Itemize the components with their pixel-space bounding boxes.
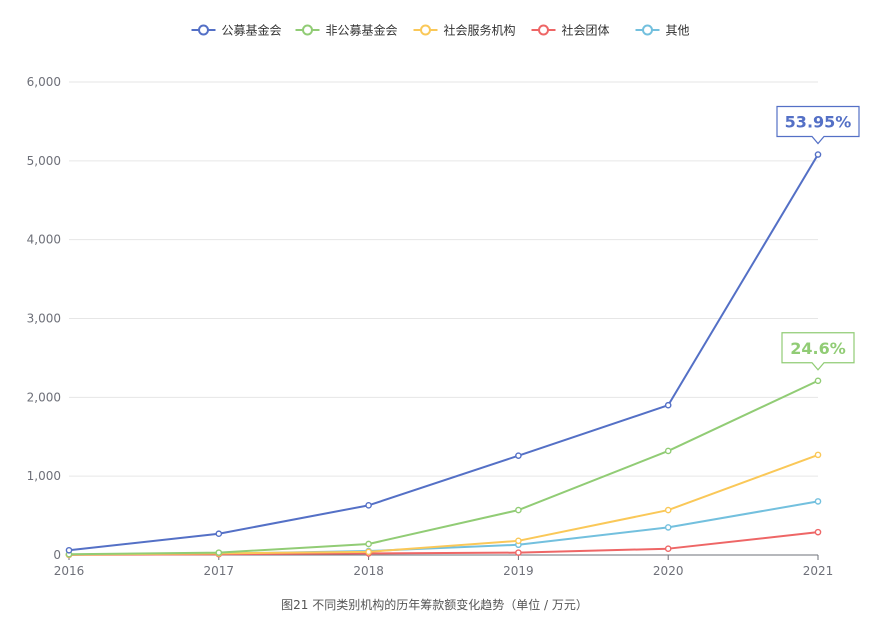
- data-point: [664, 506, 672, 514]
- y-tick-label: 2,000: [27, 390, 61, 404]
- x-tick-label: 2016: [54, 564, 85, 578]
- annotation-callout: 24.6%: [781, 332, 855, 371]
- chart-series: [65, 151, 822, 559]
- data-point: [664, 447, 672, 455]
- line-chart: 公募基金会 非公募基金会 社会服务机构 社会团体 其他 0 1,000 2,000 3,000…: [27, 23, 860, 578]
- x-tick-label: 2017: [204, 564, 235, 578]
- y-tick-label: 4,000: [27, 233, 61, 247]
- x-tick-label: 2018: [353, 564, 384, 578]
- x-tick-label: 2019: [503, 564, 534, 578]
- y-tick-label: 3,000: [27, 312, 61, 326]
- x-tick-label: 2020: [653, 564, 684, 578]
- y-tick-label: 1,000: [27, 469, 61, 483]
- series-line: [68, 531, 819, 556]
- legend-marker-icon: [302, 24, 313, 36]
- data-point: [515, 549, 522, 556]
- data-point: [515, 537, 522, 545]
- series-line: [68, 154, 819, 552]
- legend-label: 社会团体: [562, 23, 610, 38]
- x-tick-label: 2021: [803, 564, 834, 578]
- legend-label: 其他: [666, 24, 690, 38]
- data-point: [664, 401, 672, 409]
- legend-marker-icon: [198, 24, 209, 36]
- y-axis: 0 1,000 2,000 3,000 4,000 5,000 6,000: [27, 75, 61, 562]
- figure-caption: 图21 不同类别机构的历年筹款额变化趋势（单位 / 万元）: [281, 598, 588, 612]
- series-line: [68, 379, 819, 556]
- data-point: [515, 452, 522, 459]
- legend-marker-icon: [420, 24, 431, 36]
- data-point: [65, 546, 73, 554]
- annotation-callout: 53.95%: [776, 105, 860, 145]
- data-point: [365, 548, 372, 556]
- data-point: [814, 498, 822, 505]
- data-point: [814, 151, 822, 158]
- legend-label: 社会服务机构: [444, 23, 516, 38]
- legend-item: 社会服务机构: [413, 23, 516, 38]
- chart-legend: 公募基金会 非公募基金会 社会服务机构 社会团体 其他: [191, 23, 690, 38]
- callout-label: 24.6%: [790, 339, 846, 358]
- callout-label: 53.95%: [785, 113, 852, 132]
- legend-item: 公募基金会: [191, 23, 282, 38]
- x-axis: 2016 2017 2018 2019 2020 2021: [54, 554, 834, 578]
- data-point: [365, 502, 372, 509]
- data-point: [215, 530, 223, 538]
- data-point: [515, 506, 522, 514]
- y-tick-label: 0: [53, 548, 61, 562]
- series-line: [68, 453, 819, 556]
- data-point: [664, 545, 672, 552]
- y-tick-label: 5,000: [27, 154, 61, 168]
- data-point: [664, 524, 672, 531]
- data-point: [215, 549, 223, 556]
- series-1: [65, 377, 822, 558]
- data-point: [814, 528, 822, 536]
- series-2: [65, 451, 822, 558]
- legend-label: 非公募基金会: [326, 23, 398, 38]
- legend-marker-icon: [642, 24, 653, 36]
- legend-item: 社会团体: [531, 23, 610, 38]
- chart-grid: [69, 81, 818, 477]
- series-0: [65, 151, 822, 554]
- data-point: [814, 451, 822, 459]
- legend-item: 其他: [635, 24, 690, 38]
- y-tick-label: 6,000: [27, 75, 61, 89]
- chart-annotations: 53.95% 24.6%: [776, 105, 860, 371]
- data-point: [814, 377, 822, 385]
- legend-marker-icon: [538, 24, 549, 36]
- legend-label: 公募基金会: [222, 23, 282, 38]
- legend-item: 非公募基金会: [295, 23, 398, 38]
- data-point: [365, 540, 372, 548]
